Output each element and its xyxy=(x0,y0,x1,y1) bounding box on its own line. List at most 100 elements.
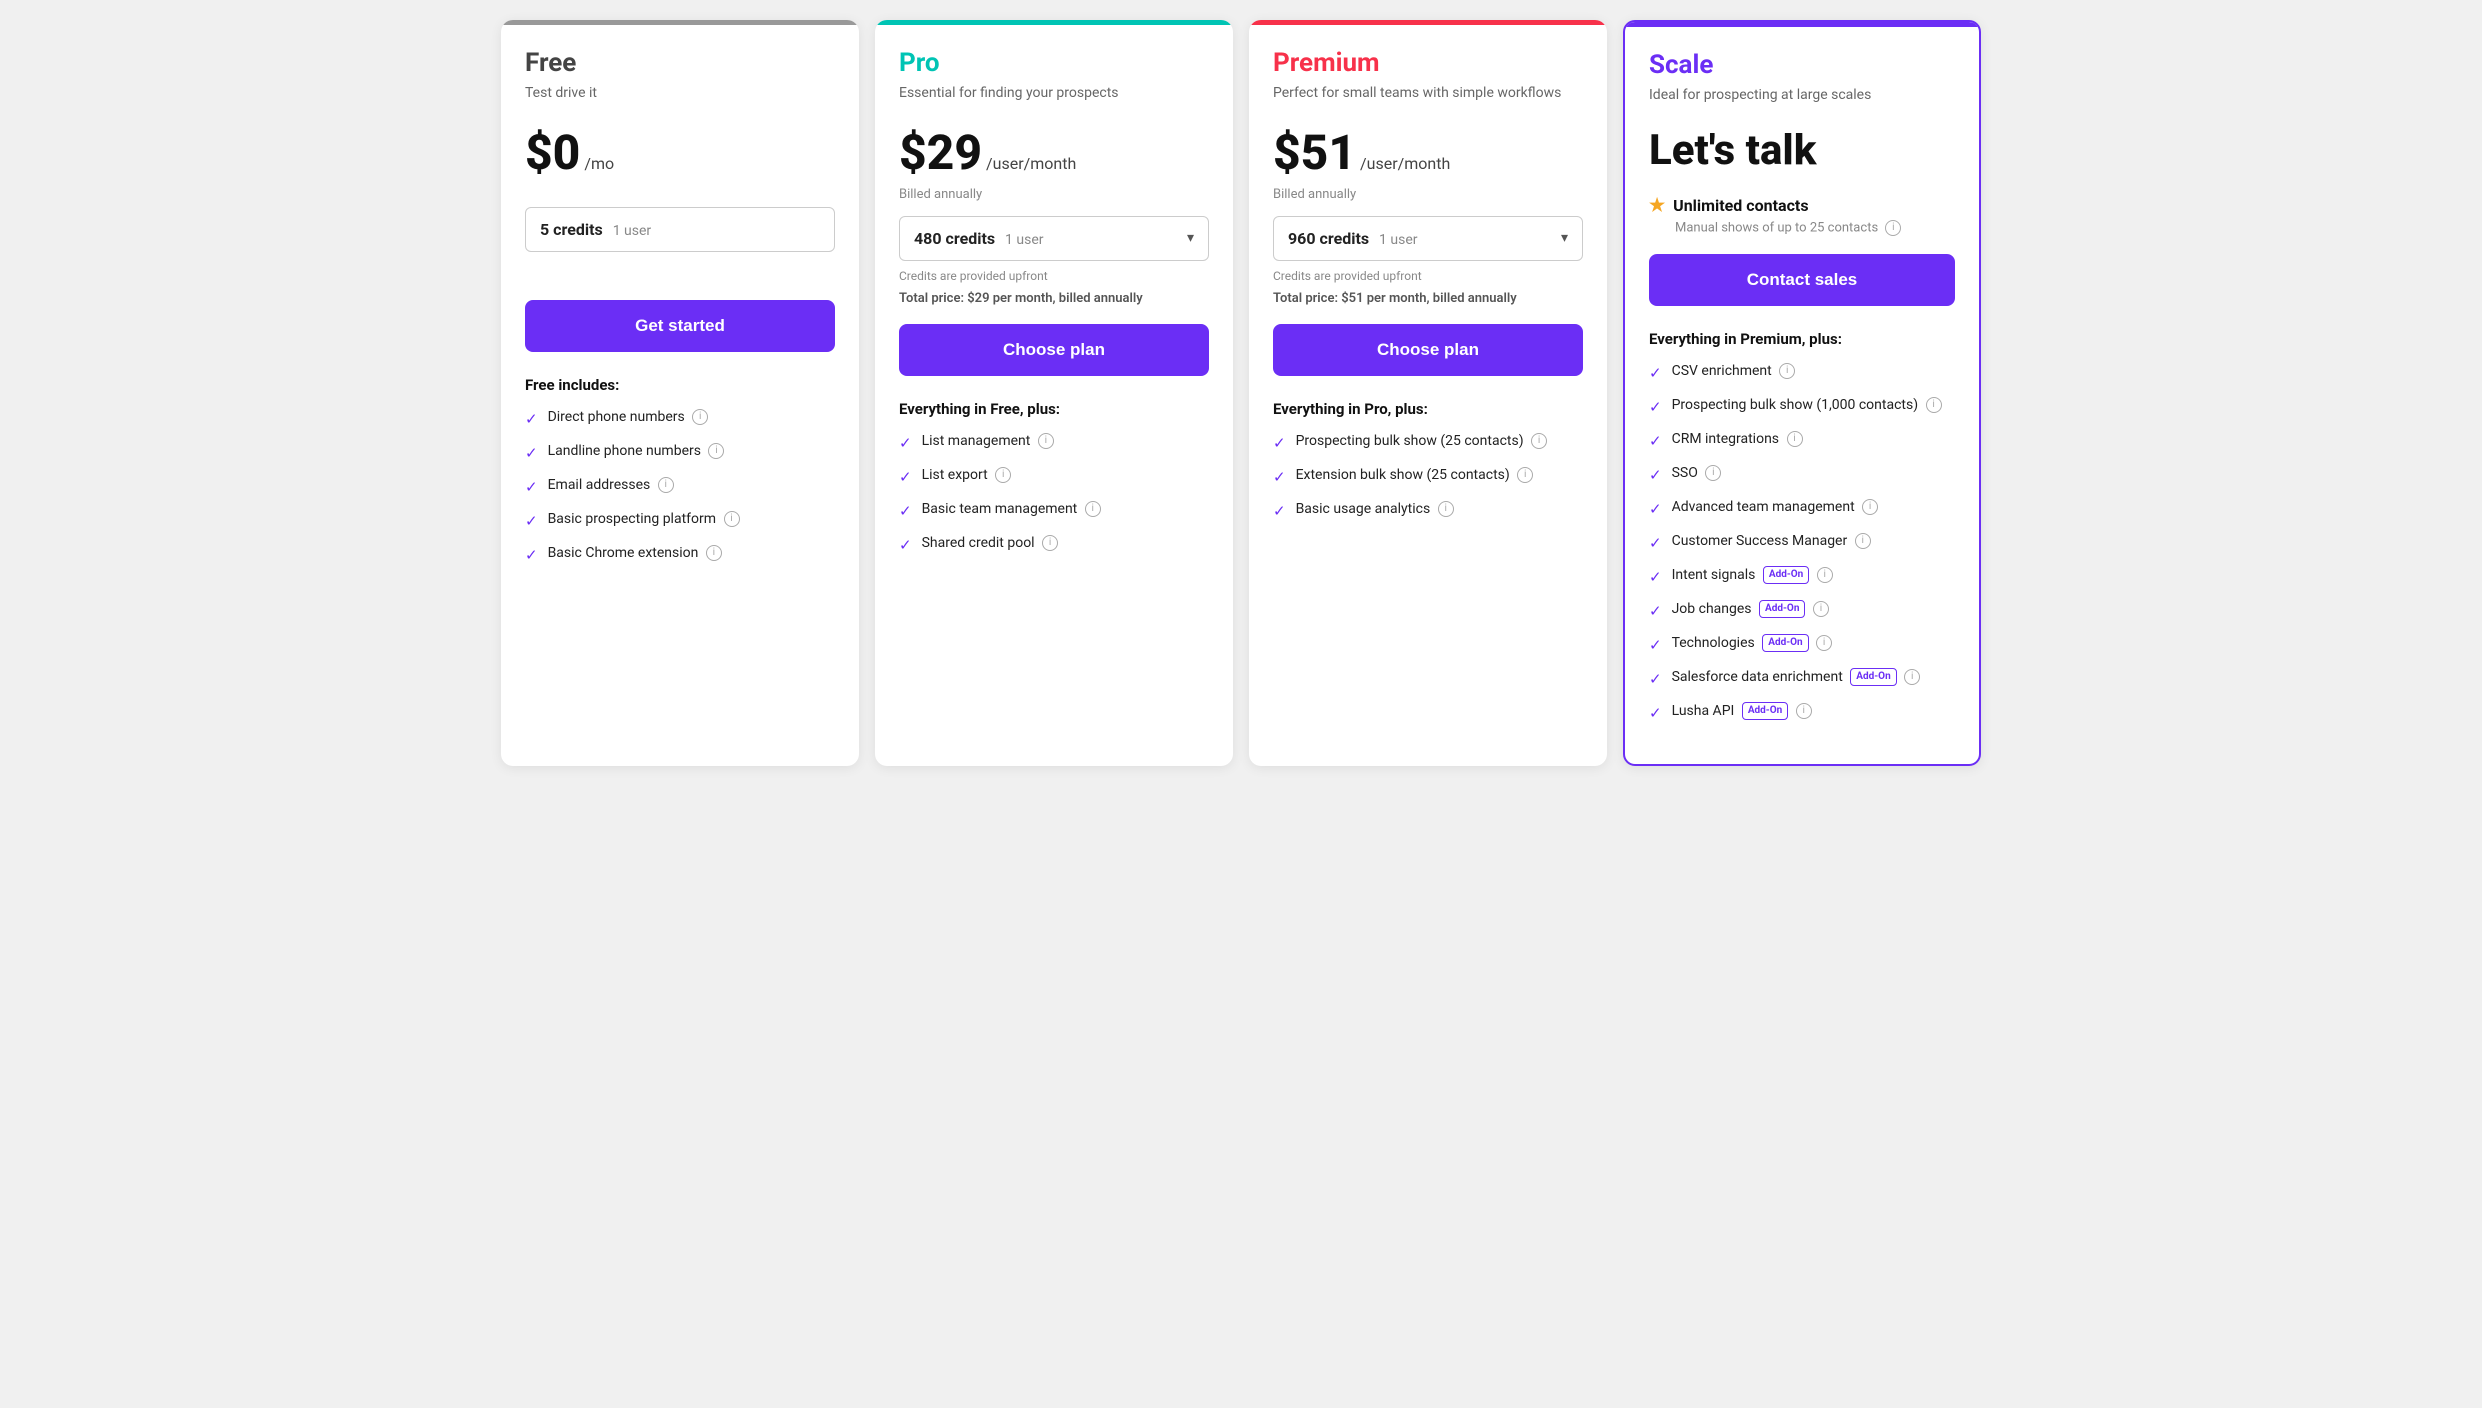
info-icon[interactable]: i xyxy=(1705,465,1721,481)
check-icon: ✓ xyxy=(899,433,912,454)
info-icon[interactable]: i xyxy=(708,443,724,459)
plan-card-scale: Scale Ideal for prospecting at large sca… xyxy=(1623,20,1981,766)
credits-static-free: 5 credits 1 user xyxy=(525,207,835,252)
info-icon[interactable]: i xyxy=(1038,433,1054,449)
credits-amount-premium: 960 credits xyxy=(1288,229,1369,248)
features-heading-pro: Everything in Free, plus: xyxy=(899,400,1209,418)
cta-button-pro[interactable]: Choose plan xyxy=(899,324,1209,376)
price-amount-premium: $51 xyxy=(1273,124,1356,181)
star-icon: ★ xyxy=(1649,195,1665,216)
check-icon: ✓ xyxy=(525,511,538,532)
price-amount-pro: $29 xyxy=(899,124,982,181)
check-icon: ✓ xyxy=(1649,465,1662,486)
plan-name-pro: Pro xyxy=(899,48,1209,78)
list-item: ✓ Basic prospecting platform i xyxy=(525,510,835,532)
info-icon[interactable]: i xyxy=(1904,669,1920,685)
check-icon: ✓ xyxy=(899,467,912,488)
list-item: ✓ Shared credit pool i xyxy=(899,534,1209,556)
billed-annually-premium: Billed annually xyxy=(1273,187,1583,202)
info-icon[interactable]: i xyxy=(1816,635,1832,651)
check-icon: ✓ xyxy=(525,443,538,464)
price-suffix-free: /mo xyxy=(584,154,614,173)
info-icon[interactable]: i xyxy=(1817,567,1833,583)
pricing-grid: Free Test drive it $0 /mo 5 credits 1 us… xyxy=(501,20,1981,766)
addon-badge: Add-On xyxy=(1763,566,1809,584)
info-icon[interactable]: i xyxy=(1779,363,1795,379)
price-amount-free: $0 xyxy=(525,124,580,181)
info-icon[interactable]: i xyxy=(1796,703,1812,719)
credits-note-pro: Credits are provided upfront xyxy=(899,269,1209,283)
info-icon[interactable]: i xyxy=(1813,601,1829,617)
plan-card-premium: Premium Perfect for small teams with sim… xyxy=(1249,20,1607,766)
info-icon[interactable]: i xyxy=(1438,501,1454,517)
feature-list-scale: ✓ CSV enrichment i ✓ Prospecting bulk sh… xyxy=(1649,362,1955,724)
plan-tagline-premium: Perfect for small teams with simple work… xyxy=(1273,84,1583,104)
price-row-premium: $51 /user/month xyxy=(1273,124,1583,181)
credits-note-premium: Credits are provided upfront xyxy=(1273,269,1583,283)
info-icon[interactable]: i xyxy=(1926,397,1942,413)
check-icon: ✓ xyxy=(525,477,538,498)
total-price-premium: Total price: $51 per month, billed annua… xyxy=(1273,291,1583,306)
info-icon[interactable]: i xyxy=(995,467,1011,483)
list-item: ✓ Salesforce data enrichment Add-On i xyxy=(1649,668,1955,690)
info-icon[interactable]: i xyxy=(706,545,722,561)
credits-dropdown-pro[interactable]: 480 credits 1 user ▾ xyxy=(899,216,1209,261)
info-icon[interactable]: i xyxy=(658,477,674,493)
features-heading-scale: Everything in Premium, plus: xyxy=(1649,330,1955,348)
info-icon[interactable]: i xyxy=(692,409,708,425)
list-item: ✓ CSV enrichment i xyxy=(1649,362,1955,384)
info-icon[interactable]: i xyxy=(1085,501,1101,517)
list-item: ✓ SSO i xyxy=(1649,464,1955,486)
cta-button-premium[interactable]: Choose plan xyxy=(1273,324,1583,376)
total-price-pro: Total price: $29 per month, billed annua… xyxy=(899,291,1209,306)
plan-card-free: Free Test drive it $0 /mo 5 credits 1 us… xyxy=(501,20,859,766)
check-icon: ✓ xyxy=(1649,533,1662,554)
check-icon: ✓ xyxy=(899,501,912,522)
list-item: ✓ Intent signals Add-On i xyxy=(1649,566,1955,588)
info-icon[interactable]: i xyxy=(1855,533,1871,549)
credits-user-free: 1 user xyxy=(613,223,651,239)
list-item: ✓ Customer Success Manager i xyxy=(1649,532,1955,554)
list-item: ✓ Basic team management i xyxy=(899,500,1209,522)
addon-badge: Add-On xyxy=(1850,668,1896,686)
plan-tagline-pro: Essential for finding your prospects xyxy=(899,84,1209,104)
feature-list-premium: ✓ Prospecting bulk show (25 contacts) i … xyxy=(1273,432,1583,522)
list-item: ✓ Landline phone numbers i xyxy=(525,442,835,464)
info-icon[interactable]: i xyxy=(1517,467,1533,483)
cta-button-free[interactable]: Get started xyxy=(525,300,835,352)
price-suffix-pro: /user/month xyxy=(986,154,1076,173)
cta-button-scale[interactable]: Contact sales xyxy=(1649,254,1955,306)
check-icon: ✓ xyxy=(1649,703,1662,724)
info-icon[interactable]: i xyxy=(1531,433,1547,449)
plan-card-pro: Pro Essential for finding your prospects… xyxy=(875,20,1233,766)
check-icon: ✓ xyxy=(1649,397,1662,418)
feature-list-free: ✓ Direct phone numbers i ✓ Landline phon… xyxy=(525,408,835,566)
check-icon: ✓ xyxy=(1649,601,1662,622)
check-icon: ✓ xyxy=(1649,499,1662,520)
plan-tagline-free: Test drive it xyxy=(525,84,835,104)
credits-amount-pro: 480 credits xyxy=(914,229,995,248)
list-item: ✓ Job changes Add-On i xyxy=(1649,600,1955,622)
credits-dropdown-premium[interactable]: 960 credits 1 user ▾ xyxy=(1273,216,1583,261)
check-icon: ✓ xyxy=(1649,363,1662,384)
price-row-pro: $29 /user/month xyxy=(899,124,1209,181)
info-icon[interactable]: i xyxy=(1042,535,1058,551)
addon-badge: Add-On xyxy=(1742,702,1788,720)
check-icon: ✓ xyxy=(1649,635,1662,656)
check-icon: ✓ xyxy=(1273,433,1286,454)
info-icon[interactable]: i xyxy=(1787,431,1803,447)
list-item: ✓ Direct phone numbers i xyxy=(525,408,835,430)
list-item: ✓ CRM integrations i xyxy=(1649,430,1955,452)
feature-list-pro: ✓ List management i ✓ List export i ✓ Ba… xyxy=(899,432,1209,556)
chevron-down-icon: ▾ xyxy=(1187,230,1194,246)
list-item: ✓ Email addresses i xyxy=(525,476,835,498)
info-icon[interactable]: i xyxy=(1862,499,1878,515)
info-icon[interactable]: i xyxy=(1885,220,1901,236)
list-item: ✓ Technologies Add-On i xyxy=(1649,634,1955,656)
list-item: ✓ Advanced team management i xyxy=(1649,498,1955,520)
info-icon[interactable]: i xyxy=(724,511,740,527)
check-icon: ✓ xyxy=(1273,467,1286,488)
billed-annually-pro: Billed annually xyxy=(899,187,1209,202)
list-item: ✓ Basic Chrome extension i xyxy=(525,544,835,566)
plan-name-free: Free xyxy=(525,48,835,78)
